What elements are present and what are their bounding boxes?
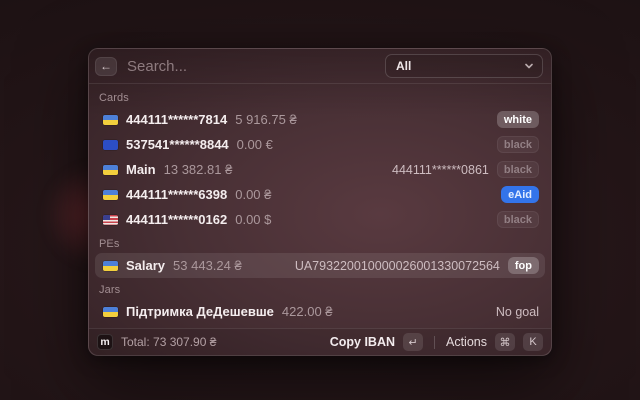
flag-us-icon: [103, 215, 118, 225]
flag-ua-icon: [103, 261, 118, 271]
flag-ua-icon: [103, 307, 118, 317]
account-accessory: 444111******0861: [392, 163, 489, 177]
account-title: 444111******7814: [126, 112, 227, 127]
chevron-down-icon: [524, 61, 534, 71]
filter-dropdown[interactable]: All: [385, 54, 543, 78]
card-type-badge: eAid: [501, 186, 539, 203]
list-item[interactable]: Salary 53 443.24 ₴ UA793220010000026001330…: [95, 253, 545, 278]
section-header: Jars: [95, 278, 545, 299]
flag-ua-icon: [103, 190, 118, 200]
card-type-badge: black: [497, 161, 539, 178]
results-list: Cards 444111******7814 5 916.75 ₴ white 5375…: [89, 84, 551, 328]
account-balance: 0.00 $: [235, 212, 271, 227]
total-balance: Total: 73 307.90 ₴: [121, 335, 216, 349]
account-balance: 0.00 €: [237, 137, 273, 152]
filter-selected-value: All: [396, 59, 524, 73]
back-arrow-icon: ←: [100, 59, 112, 73]
flag-eu-icon: [103, 140, 118, 150]
card-type-badge: white: [497, 111, 539, 128]
monobank-logo-icon: m: [97, 334, 113, 350]
footer-divider: [434, 336, 435, 349]
list-item[interactable]: Підтримка ДеДешевше 422.00 ₴ No goal: [95, 299, 545, 324]
list-item[interactable]: 537541******8844 0.00 € black: [95, 132, 545, 157]
account-balance: 422.00 ₴: [282, 304, 333, 319]
search-bar: ← All: [89, 49, 551, 84]
logo-letter: m: [100, 336, 109, 348]
search-input[interactable]: [127, 58, 375, 75]
account-title: 537541******8844: [126, 137, 229, 152]
account-title: Main: [126, 162, 156, 177]
account-balance: 5 916.75 ₴: [235, 112, 296, 127]
account-title: Підтримка ДеДешевше: [126, 304, 274, 319]
list-item[interactable]: 444111******7814 5 916.75 ₴ white: [95, 107, 545, 132]
card-type-badge: black: [497, 136, 539, 153]
list-item[interactable]: Main 13 382.81 ₴ 444111******0861 black: [95, 157, 545, 182]
account-title: 444111******0162: [126, 212, 227, 227]
copy-iban-button[interactable]: Copy IBAN: [330, 335, 395, 349]
account-accessory: UA793220010000026001330072564: [295, 259, 500, 273]
section-header: PEs: [95, 232, 545, 253]
footer-bar: m Total: 73 307.90 ₴ Copy IBAN ↵ Actions…: [89, 328, 551, 355]
launcher-window: ← All Cards 444111******7814 5 916.75 ₴ whi…: [88, 48, 552, 356]
actions-button[interactable]: Actions: [446, 335, 487, 349]
flag-ua-icon: [103, 165, 118, 175]
list-item[interactable]: 444111******0162 0.00 $ black: [95, 207, 545, 232]
enter-key-icon: ↵: [403, 333, 423, 351]
k-key-icon: K: [523, 333, 543, 351]
account-balance: 13 382.81 ₴: [164, 162, 233, 177]
account-title: 444111******6398: [126, 187, 227, 202]
flag-canton: [103, 215, 110, 220]
card-type-badge: black: [497, 211, 539, 228]
cmd-key-icon: ⌘: [495, 333, 515, 351]
account-balance: 0.00 ₴: [235, 187, 271, 202]
section-header: Cards: [95, 86, 545, 107]
list-item[interactable]: 444111******6398 0.00 ₴ eAid: [95, 182, 545, 207]
account-balance: 53 443.24 ₴: [173, 258, 242, 273]
card-type-badge: fop: [508, 257, 539, 274]
account-accessory: No goal: [496, 305, 539, 319]
account-title: Salary: [126, 258, 165, 273]
flag-ua-icon: [103, 115, 118, 125]
back-button[interactable]: ←: [95, 57, 117, 76]
